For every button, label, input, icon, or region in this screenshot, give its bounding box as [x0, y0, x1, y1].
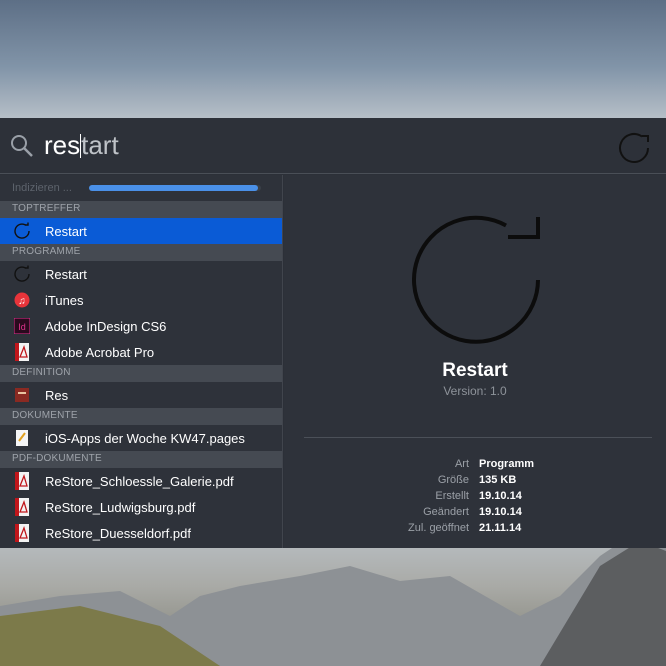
result-item[interactable]: Restart [0, 218, 282, 244]
metadata-row: Zul. geöffnet 21.11.14 [284, 522, 666, 538]
divider [304, 437, 652, 438]
preview-title: Restart [442, 360, 508, 381]
progress-fill [89, 185, 258, 191]
indexing-progress-bar [89, 185, 261, 191]
metadata-row: Geändert 19.10.14 [284, 506, 666, 522]
result-label: iOS-Apps der Woche KW47.pages [45, 430, 245, 446]
result-item[interactable]: ReStore_Ludwigsburg.pdf [0, 494, 282, 520]
section-header: PDF-DOKUMENTE [0, 451, 282, 468]
mountain-background [0, 536, 666, 666]
result-item[interactable]: Restart [0, 261, 282, 287]
result-label: Restart [45, 223, 87, 239]
pdf-icon [12, 498, 32, 516]
result-item[interactable]: ♫ iTunes [0, 287, 282, 313]
restart-icon [12, 222, 32, 240]
result-item[interactable]: ReStore_Duesseldorf.pdf [0, 520, 282, 546]
itunes-icon: ♫ [12, 291, 32, 309]
result-label: Adobe InDesign CS6 [45, 318, 167, 334]
restart-large-icon [412, 215, 540, 344]
metadata-key: Geändert [423, 506, 469, 518]
metadata-table: Art Programm Größe 135 KB Erstellt 19.10.14 Ge… [284, 458, 666, 538]
results-list: Indizieren ... TOPTREFFER Restart PROGRAMM… [0, 175, 283, 548]
result-item[interactable]: iOS-Apps der Woche KW47.pages [0, 425, 282, 451]
metadata-key: Art [454, 458, 469, 470]
restart-icon [12, 265, 32, 283]
svg-text:Id: Id [18, 322, 26, 332]
spotlight-panel: restart Indizieren ... TOPTREFFER Restart… [0, 118, 666, 548]
indesign-icon: Id [12, 317, 32, 335]
metadata-value: 19.10.14 [479, 506, 522, 518]
metadata-value: Programm [479, 458, 535, 470]
pages-icon [12, 429, 32, 447]
query-typed: res [44, 130, 81, 160]
indexing-label: Indizieren ... [12, 182, 72, 194]
section-header: TOPTREFFER [0, 201, 282, 218]
indexing-status: Indizieren ... [0, 175, 282, 201]
svg-text:♫: ♫ [18, 296, 26, 307]
result-label: ReStore_Schloessle_Galerie.pdf [45, 473, 234, 489]
metadata-key: Größe [437, 474, 469, 486]
result-item[interactable]: Adobe Acrobat Pro [0, 339, 282, 365]
search-icon [11, 135, 33, 157]
result-label: iTunes [45, 292, 84, 308]
result-item[interactable]: Id Adobe InDesign CS6 [0, 313, 282, 339]
metadata-value: 19.10.14 [479, 490, 522, 502]
metadata-row: Erstellt 19.10.14 [284, 490, 666, 506]
metadata-row: Art Programm [284, 458, 666, 474]
search-bar[interactable]: restart [0, 118, 666, 174]
result-item[interactable]: ReStore_Schloessle_Galerie.pdf [0, 468, 282, 494]
pdf-icon [12, 524, 32, 542]
preview-version: Version: 1.0 [443, 384, 507, 398]
result-label: ReStore_Duesseldorf.pdf [45, 525, 191, 541]
section-header: DOKUMENTE [0, 408, 282, 425]
metadata-value: 135 KB [479, 474, 517, 486]
metadata-value: 21.11.14 [479, 522, 522, 534]
query-completion: tart [81, 130, 119, 160]
result-label: Restart [45, 266, 87, 282]
section-header: PROGRAMME [0, 244, 282, 261]
result-item[interactable]: Res [0, 382, 282, 408]
result-label: ReStore_Ludwigsburg.pdf [45, 499, 196, 515]
metadata-row: Größe 135 KB [284, 474, 666, 490]
result-label: Adobe Acrobat Pro [45, 344, 155, 360]
metadata-key: Zul. geöffnet [408, 522, 469, 534]
restart-app-icon [619, 133, 649, 163]
search-input[interactable]: restart [44, 130, 119, 161]
pdf-icon [12, 472, 32, 490]
acrobat-icon [12, 343, 32, 361]
result-label: Res [45, 387, 69, 403]
preview-pane: Restart Version: 1.0 Art Programm Größe 135… [284, 175, 666, 548]
section-header: DEFINITION [0, 365, 282, 382]
dictionary-icon [12, 386, 32, 404]
metadata-key: Erstellt [435, 490, 469, 502]
